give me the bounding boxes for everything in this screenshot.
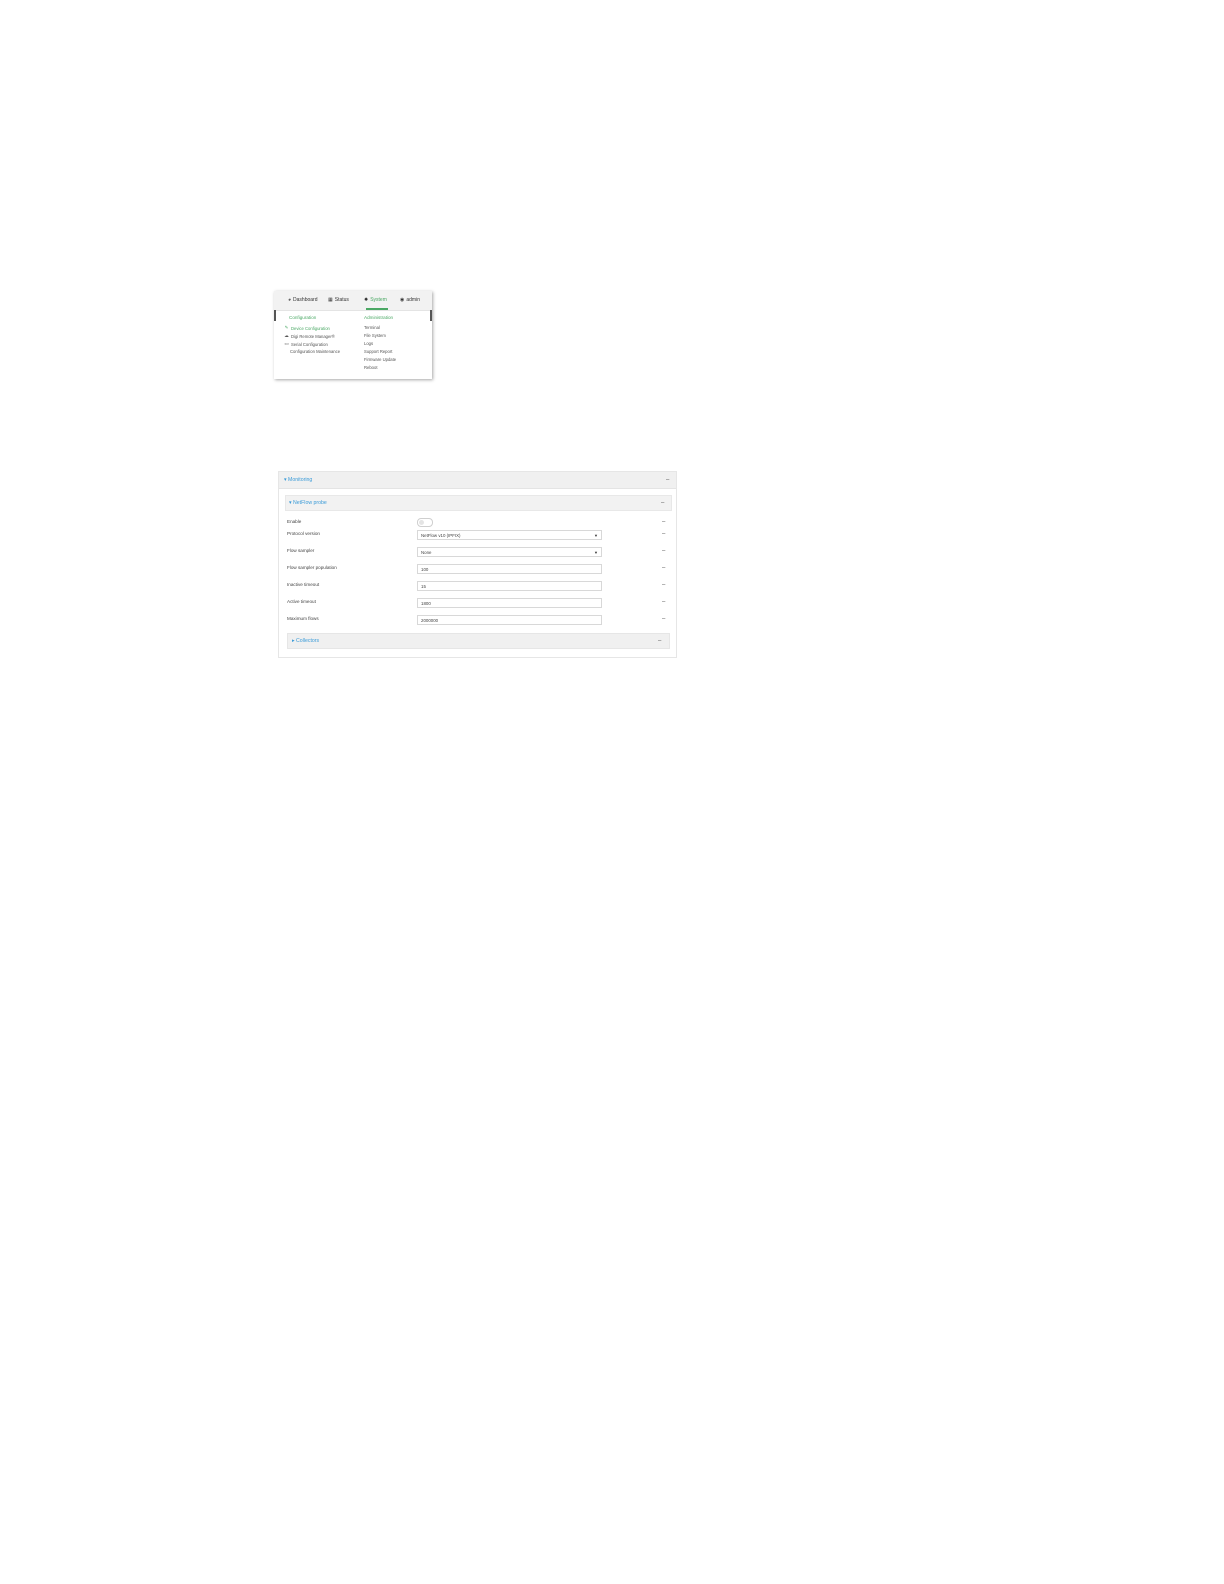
gear-icon: ✹ [364,297,369,303]
menu-item-logs[interactable]: Logs [364,341,373,346]
menu-item-terminal[interactable]: Terminal [364,325,380,330]
minus-icon[interactable]: – [661,500,664,506]
minus-icon[interactable]: – [662,599,665,605]
maximum-flows-label: Maximum flows [287,616,319,621]
netflow-probe-title[interactable]: ▾ NetFlow probe [289,500,327,506]
collectors-header[interactable]: ▸ Collectors – [287,633,670,649]
menu-item-device-configuration[interactable]: ✎ Device Configuration [284,325,330,331]
nav-system-label: System [370,297,387,303]
menu-item-label: Support Report [364,349,393,354]
minus-icon[interactable]: – [662,582,665,588]
minus-icon[interactable]: – [662,519,665,525]
menu-item-serial-configuration[interactable]: ▭ Serial Configuration [284,341,328,347]
inactive-timeout-input[interactable]: 15 [417,581,602,591]
dashboard-icon: ◕ [288,297,292,303]
system-menu-screenshot: ◕ Dashboard ▦ Status ✹ System ◉ admin Co… [274,291,432,379]
nav-dashboard[interactable]: ◕ Dashboard [288,297,318,303]
flow-sampler-population-label: Flow sampler population [287,565,337,570]
menu-item-label: Configuration Maintenance [290,349,341,354]
minus-icon[interactable]: – [662,531,665,537]
flow-sampler-value: None [421,550,432,555]
flow-sampler-label: Flow sampler [287,548,315,553]
collectors-title[interactable]: ▸ Collectors [292,638,319,644]
nav-admin-label: admin [406,297,420,303]
caret-down-icon: ▼ [594,550,598,555]
menu-item-label: Logs [364,341,374,346]
enable-label: Enable [287,519,302,524]
menu-item-support-report[interactable]: Support Report [364,349,392,354]
menu-item-label: Reboot [364,365,378,370]
monitoring-title[interactable]: ▾ Monitoring [284,477,312,483]
nav-admin[interactable]: ◉ admin [400,297,420,303]
minus-icon[interactable]: – [662,565,665,571]
menu-item-digi-remote-manager[interactable]: ☁ Digi Remote Manager® [284,333,335,339]
protocol-version-label: Protocol version [287,531,320,536]
nav-status-label: Status [334,297,349,303]
active-timeout-value: 1800 [421,601,431,606]
nav-status[interactable]: ▦ Status [328,297,349,303]
flow-sampler-select[interactable]: None ▼ [417,547,602,557]
minus-icon[interactable]: – [662,548,665,554]
inactive-timeout-value: 15 [421,584,426,589]
nav-system[interactable]: ✹ System [364,297,387,303]
protocol-version-value: NetFlow v10 (IPFIX) [421,533,461,538]
flow-sampler-population-input[interactable]: 100 [417,564,602,574]
dropdown-edge-left [274,310,276,321]
configuration-heading: Configuration [289,315,317,320]
menu-item-configuration-maintenance[interactable]: Configuration Maintenance [290,349,340,354]
inactive-timeout-label: Inactive timeout [287,582,320,587]
netflow-probe-header[interactable]: ▾ NetFlow probe – [285,495,672,511]
active-timeout-label: Active timeout [287,599,316,604]
menu-item-label: Digi Remote Manager® [291,333,335,339]
wrench-icon: ✎ [284,325,289,330]
caret-down-icon: ▼ [594,533,598,538]
serial-icon: ▭ [284,341,289,346]
menu-item-reboot[interactable]: Reboot [364,365,378,370]
active-tab-underline [366,308,388,310]
active-timeout-input[interactable]: 1800 [417,598,602,608]
toggle-knob [419,520,424,525]
menu-item-label: Device Configuration [291,325,330,331]
nav-dashboard-label: Dashboard [293,297,318,303]
maximum-flows-value: 2000000 [421,618,439,623]
protocol-version-select[interactable]: NetFlow v10 (IPFIX) ▼ [417,530,602,540]
minus-icon[interactable]: – [658,638,661,644]
flow-sampler-population-value: 100 [421,567,429,572]
minus-icon[interactable]: – [666,477,669,483]
grid-icon: ▦ [328,297,333,303]
menu-item-label: Serial Configuration [291,341,328,347]
cloud-icon: ☁ [284,333,289,338]
maximum-flows-input[interactable]: 2000000 [417,615,602,625]
menu-item-label: Terminal [364,325,380,330]
user-icon: ◉ [400,297,405,303]
monitoring-header[interactable]: ▾ Monitoring – [279,472,676,489]
enable-toggle[interactable] [417,518,433,527]
administration-heading: Administration [364,315,394,320]
top-nav-bar: ◕ Dashboard ▦ Status ✹ System ◉ admin [274,291,432,311]
menu-item-file-system[interactable]: File System [364,333,386,338]
menu-item-label: Firmware Update [364,357,397,362]
monitoring-panel: ▾ Monitoring – ▾ NetFlow probe – Enable … [278,471,677,658]
dropdown-edge-right [430,310,432,321]
menu-item-firmware-update[interactable]: Firmware Update [364,357,396,362]
minus-icon[interactable]: – [662,616,665,622]
menu-item-label: File System [364,333,386,338]
